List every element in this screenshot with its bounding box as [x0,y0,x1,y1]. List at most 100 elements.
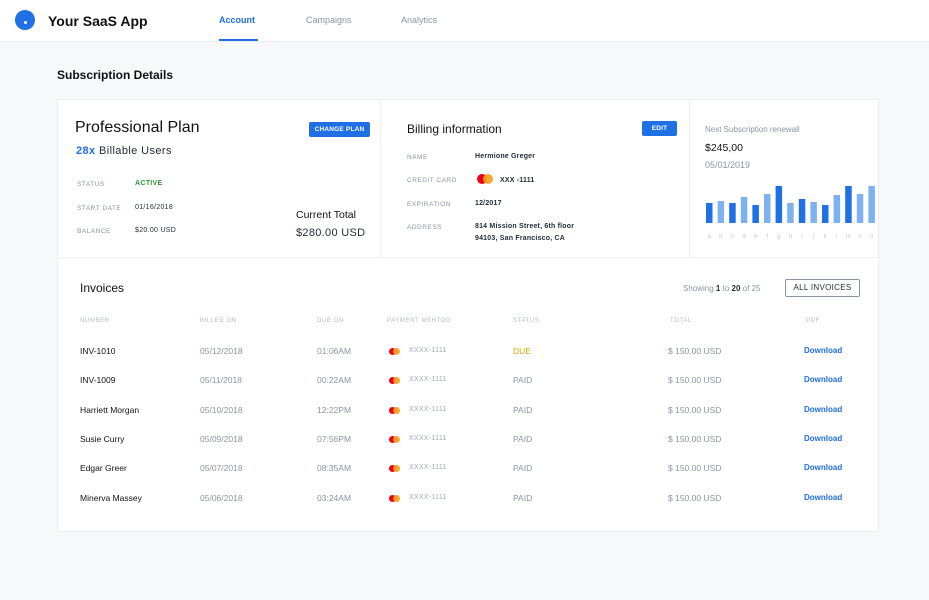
expiration-value: 12/2017 [475,200,502,207]
all-invoices-button[interactable]: ALL INVOICES [785,279,860,297]
billable-users-count: 28x [76,145,96,157]
invoice-total: $ 150.00 USD [668,375,722,385]
chart-bar-m [845,186,852,223]
showing-to: 20 [731,284,741,293]
showing-total: 25 [751,284,761,293]
billed-on: 05/11/2018 [200,375,242,385]
column-header-number[interactable]: NUMBER [80,318,110,324]
due-on: 03:24AM [317,493,352,503]
chart-bar-n [856,194,864,223]
showing-to-word: to [722,284,730,293]
chart-tick-label: i [801,234,802,240]
address-line-2: 94103, San Francisco, CA [475,235,566,242]
billable-users: 28x Billable Users [76,145,172,157]
renewal-bar-chart: a b c d e f g h i j k l m n o [706,186,875,240]
column-header-due-on[interactable]: DUE ON [317,318,344,324]
payment-card-number: XXXX-1111 [409,347,447,354]
chart-bar-k [822,205,829,223]
due-on: 01:06AM [317,346,352,356]
edit-billing-button[interactable]: EDIT [642,121,677,136]
chart-bar-j [810,202,817,223]
column-header-billed-on[interactable]: BILLED ON [200,318,237,324]
payment-card-number: XXXX-1111 [409,435,447,442]
chart-tick-label: m [846,234,851,240]
chart-tick-label: k [824,234,828,240]
subscription-card: Professional Plan CHANGE PLAN 28x Billab… [57,99,880,532]
start-date-label: START DATE [77,205,122,212]
mastercard-icon [389,377,401,384]
status-label: STATUS [77,181,105,188]
section-divider [58,257,880,258]
chart-tick-label: o [870,234,874,240]
showing-of-word: of [742,284,750,293]
download-link[interactable]: Download [804,434,842,443]
chart-tick-label: e [754,234,758,240]
status-badge: ACTIVE [135,180,163,187]
payment-card-number: XXXX-1111 [409,376,447,383]
download-link[interactable]: Download [804,346,842,355]
invoice-number: INV-1009 [80,375,116,385]
download-link[interactable]: Download [804,493,842,502]
download-link[interactable]: Download [804,375,842,384]
start-date-value: 01/16/2018 [135,204,174,211]
column-divider [380,100,381,257]
chart-tick-label: d [742,234,745,240]
invoice-total: $ 150.00 USD [668,463,722,473]
chart-bar-h [787,203,794,223]
invoice-status: PAID [513,375,533,385]
due-on: 12:22PM [317,405,352,415]
mastercard-icon [389,495,401,502]
expiration-label: EXPIRATION [407,201,451,208]
address-line-1: 814 Mission Street, 6th floor [475,223,575,230]
chart-bar-c [729,203,736,223]
invoice-status: PAID [513,463,533,473]
page-title: Subscription Details [57,68,174,82]
address-label: ADDRESS [407,224,442,231]
column-divider [689,100,690,257]
tab-account[interactable]: Account [219,15,255,25]
invoice-total: $ 150.00 USD [668,346,722,356]
pagination-summary: Showing 1 to 20 of 25 [683,284,760,293]
column-header-payment-method[interactable]: PAYMENT MEHTOD [387,318,451,324]
tab-analytics[interactable]: Analytics [401,15,437,25]
column-header-total[interactable]: TOTAL [670,318,692,324]
renewal-label: Next Subscription renewall [705,125,800,134]
invoice-number: Minerva Massey [80,493,142,503]
billable-users-label: Billable Users [99,145,172,157]
chart-tick-label: h [789,234,792,240]
invoice-status: DUE [513,346,531,356]
credit-card-value: XXX -1111 [500,177,535,184]
chart-tick-label: c [731,234,734,240]
chart-tick-label: f [766,234,768,240]
invoice-status: PAID [513,493,533,503]
column-header-pdf[interactable]: PDF [806,318,820,324]
chart-bar-e [752,205,759,223]
billed-on: 05/09/2018 [200,434,243,444]
showing-from: 1 [715,284,721,293]
invoice-status: PAID [513,405,533,415]
download-link[interactable]: Download [804,463,842,472]
invoice-total: $ 150.00 USD [668,405,722,415]
billing-title: Billing information [407,122,502,136]
change-plan-button[interactable]: CHANGE PLAN [309,122,370,137]
renewal-date: 05/01/2019 [705,160,751,170]
chart-bar-o [868,186,875,223]
chart-bar-i [798,199,806,223]
current-total-value: $280.00 USD [296,227,366,239]
app-logo-icon[interactable] [15,10,35,30]
balance-label: BALANCE [77,228,111,235]
tab-campaigns[interactable]: Campaigns [306,15,352,25]
column-header-status[interactable]: STATUS [513,318,539,324]
chart-bar-f [764,194,771,223]
download-link[interactable]: Download [804,405,842,414]
showing-prefix: Showing [683,284,714,293]
chart-bar-g [775,186,783,223]
payment-card-number: XXXX-1111 [409,406,447,413]
billed-on: 05/12/2018 [200,346,243,356]
billed-on: 05/07/2018 [200,463,243,473]
balance-value: $20.00 USD [135,227,177,234]
invoice-number: Harriett Morgan [80,405,140,415]
billed-on: 05/10/2018 [200,405,243,415]
chart-bar-b [717,201,725,223]
mastercard-icon [389,407,401,414]
